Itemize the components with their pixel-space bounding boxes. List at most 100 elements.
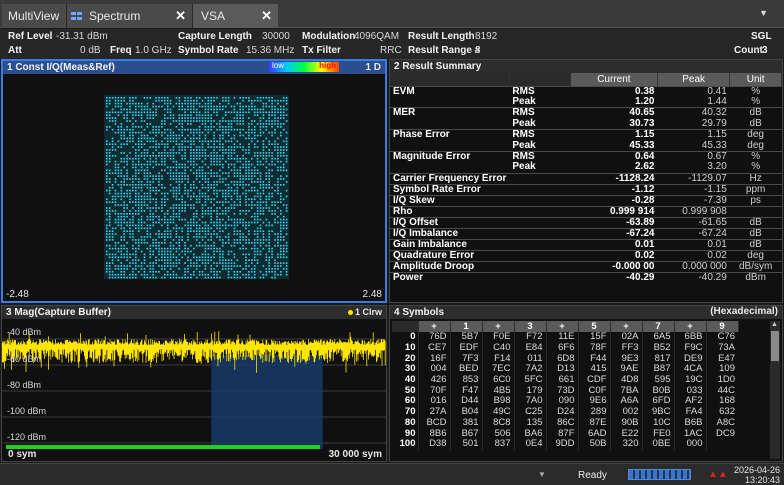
symbols-scrollbar[interactable]: ▲ (770, 321, 780, 459)
column-header-peak[interactable]: Peak (657, 73, 731, 86)
att-label: Att (8, 45, 22, 56)
magnitude-plot[interactable]: -40 dBm -60 dBm -80 dBm -100 dBm -120 dB… (2, 319, 386, 449)
chevron-down-icon[interactable]: ▼ (538, 470, 546, 479)
metric-name: Phase Error (390, 129, 510, 141)
time: 13:20:43 (744, 475, 780, 485)
metric-unit (729, 205, 782, 218)
symbol-row: 70 27A B04 49C C25 D24 289 002 9BC FA4 632 (392, 407, 738, 418)
symbol-cell: 501 (449, 439, 482, 450)
x-axis-min: 0 sym (8, 449, 37, 460)
metric-peak: -67.24 (657, 227, 730, 240)
symbol-cell: 9BC (641, 407, 674, 418)
metric-peak: 0.000 000 (657, 260, 730, 273)
metric-unit: deg (729, 129, 782, 141)
chevron-down-icon[interactable]: ▼ (759, 8, 768, 18)
att-value[interactable]: 0 dB (80, 45, 101, 56)
symbol-cell: 632 (705, 407, 738, 418)
result-row[interactable]: Phase Error RMS 1.15 1.15 deg (390, 129, 782, 141)
network-icon[interactable]: ▲▲ (708, 469, 728, 480)
metric-peak: -7.39 (657, 194, 730, 207)
symbol-row-index: 100 (399, 438, 416, 450)
result-row[interactable]: Amplitude Droop -0.000 00 0.000 000 dB/sym (390, 260, 782, 273)
result-row[interactable]: Power -40.29 -40.29 dBm (390, 271, 782, 284)
symbol-cell: 1D0 (705, 375, 738, 386)
metric-name: Carrier Frequency Error (390, 172, 510, 185)
result-row[interactable]: Peak 30.73 29.79 dB (390, 117, 782, 130)
scrollbar-thumb[interactable] (771, 331, 779, 361)
tab-vsa-label: VSA (201, 9, 226, 23)
result-row[interactable]: Symbol Rate Error -1.12 -1.15 ppm (390, 183, 782, 196)
freq-label: Freq (110, 45, 132, 56)
metric-peak: -40.29 (657, 271, 730, 284)
symbol-cell: B04 (449, 407, 482, 418)
capture-length-label: Capture Length (178, 31, 252, 42)
result-length-value[interactable]: 8192 (475, 31, 497, 42)
status-bar: ▼ Ready ▲▲ 2026-04-26 13:20:43 (0, 463, 784, 485)
symbol-cell: 86C (545, 417, 578, 429)
metric-unit: % (751, 161, 761, 173)
tab-multiview-label: MultiView (8, 9, 60, 23)
result-row[interactable]: I/Q Offset -63.89 -61.65 dB (390, 216, 782, 229)
symbol-cell (705, 438, 738, 450)
tx-filter-value[interactable]: RRC (380, 45, 402, 56)
symbol-row: 100 D38 501 837 0E4 9DD 50B 320 0BE 000 (392, 439, 738, 450)
symbol-cell: 381 (449, 417, 482, 429)
result-summary-panel[interactable]: 2 Result Summary Current Peak Unit EVM RM… (389, 59, 783, 303)
result-length-label: Result Length (408, 31, 475, 42)
symbol-row-index: 80 (404, 416, 416, 428)
symbol-cell: 19C (673, 375, 706, 386)
symbol-cell: FA4 (673, 407, 706, 418)
metric-unit: ps (729, 194, 782, 207)
symbol-rate-value[interactable]: 15.36 MHz (246, 45, 294, 56)
count-value: 3 (762, 45, 768, 56)
metric-sub: RMS (509, 129, 571, 141)
close-icon[interactable]: ✕ (261, 8, 272, 24)
metric-name (390, 140, 509, 151)
metric-peak: -1.15 (657, 183, 730, 196)
scroll-up-icon[interactable]: ▲ (771, 321, 778, 328)
capture-range-bar (6, 445, 320, 449)
result-range-highlight[interactable] (211, 355, 323, 449)
result-row[interactable]: Peak 2.62 3.20% (390, 162, 782, 173)
metric-sub: Peak (512, 117, 536, 129)
close-icon[interactable]: ✕ (175, 8, 186, 24)
tx-filter-label: Tx Filter (302, 45, 341, 56)
result-row[interactable]: Quadrature Error 0.02 0.02 deg (390, 249, 782, 262)
metric-peak: 29.79 (701, 117, 727, 129)
result-row[interactable]: Peak 45.33 45.33 deg (390, 140, 782, 151)
result-row[interactable]: Gain Imbalance 0.01 0.01 dB (390, 238, 782, 251)
column-header (509, 73, 571, 86)
symbol-cell: 4D8 (609, 375, 642, 386)
result-row[interactable]: Carrier Frequency Error -1128.24 -1129.07 H… (390, 172, 782, 185)
result-row[interactable]: Peak 1.20 1.44% (390, 97, 782, 108)
freq-value[interactable]: 1.0 GHz (135, 45, 172, 56)
status-text: Ready (578, 470, 607, 481)
result-row[interactable]: I/Q Skew -0.28 -7.39 ps (390, 194, 782, 207)
result-range-value[interactable]: 3 (475, 45, 481, 56)
symbol-cell: 78F (577, 343, 610, 354)
column-header-unit[interactable]: Unit (729, 73, 782, 86)
ref-level-value[interactable]: -31.31 dBm (56, 31, 108, 42)
metric-current: -0.28 (570, 194, 658, 207)
capture-buffer-panel[interactable]: 3 Mag(Capture Buffer) 1 Clrw -40 dBm -60… (1, 305, 387, 462)
constellation-panel[interactable]: 1 Const I/Q(Meas&Ref) low high 1 D -2.48… (1, 59, 387, 303)
metric-sub (509, 172, 571, 185)
metric-peak: 0.999 908 (657, 205, 730, 218)
result-row[interactable]: Rho 0.999 914 0.999 908 (390, 205, 782, 218)
symbol-cell: 73A (705, 343, 738, 354)
symbols-panel[interactable]: 4 Symbols (Hexadecimal) +1 +3 +5 +7 +9 0 76D 5… (389, 305, 783, 462)
constellation-plot[interactable] (3, 74, 385, 291)
y-tick-label: -80 dBm (7, 380, 42, 390)
metric-peak: 45.33 (701, 139, 727, 151)
tab-spectrum[interactable]: Spectrum ✕ (66, 4, 192, 28)
result-row[interactable]: I/Q Imbalance -67.24 -67.24 dB (390, 227, 782, 240)
modulation-value[interactable]: 4096QAM (354, 31, 399, 42)
tab-vsa[interactable]: VSA ✕ (192, 4, 278, 28)
symbol-cell: 5FC (513, 375, 546, 386)
symbol-cell: 0BE (641, 439, 674, 450)
metric-unit: % (751, 96, 761, 108)
metric-unit: ppm (729, 183, 782, 196)
column-header-current[interactable]: Current (570, 73, 658, 86)
symbol-column-header: 5 (578, 321, 611, 332)
capture-length-value[interactable]: 30000 (262, 31, 290, 42)
